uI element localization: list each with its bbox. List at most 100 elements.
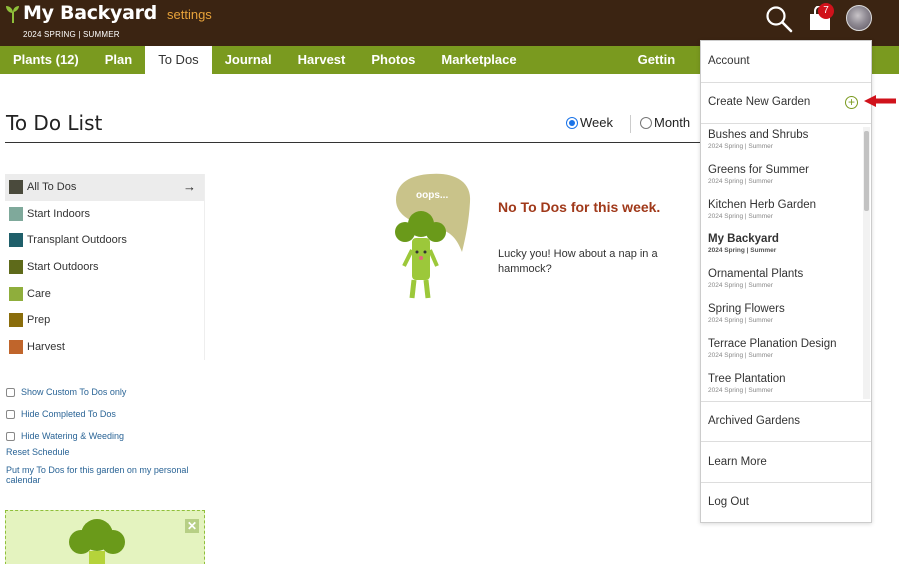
custom-only-label[interactable]: Show Custom To Dos only [21, 387, 126, 397]
garden-season: 2024 Spring | Summer [708, 386, 773, 394]
garden-item-kitchen-herb-garden[interactable]: Kitchen Herb Garden 2024 Spring | Summer [701, 195, 871, 230]
garden-season: 2024 Spring | Summer [708, 351, 773, 359]
svg-text:oops...: oops... [416, 190, 448, 201]
filter-options: Show Custom To Dos only Hide Completed T… [6, 381, 206, 447]
garden-item-my-backyard[interactable]: My Backyard 2024 Spring | Summer [701, 229, 871, 264]
garden-item-bushes-and-shrubs[interactable]: Bushes and Shrubs 2024 Spring | Summer [701, 125, 871, 160]
category-all-to-dos[interactable]: All To Dos → [5, 174, 204, 201]
learn-more-link[interactable]: Learn More [701, 456, 871, 468]
hide-completed-label[interactable]: Hide Completed To Dos [21, 409, 116, 419]
garden-item-terrace-planation-design[interactable]: Terrace Planation Design 2024 Spring | S… [701, 334, 871, 369]
hide-watering-label[interactable]: Hide Watering & Weeding [21, 431, 124, 441]
scrollbar-thumb[interactable] [864, 131, 869, 211]
hide-watering-checkbox[interactable] [6, 431, 15, 441]
category-label: Harvest [27, 340, 65, 353]
garden-name: Kitchen Herb Garden [708, 198, 817, 211]
divider [701, 441, 871, 442]
divider [701, 82, 871, 83]
week-radio[interactable]: Week [566, 115, 613, 130]
category-swatch [9, 286, 23, 301]
week-radio-button[interactable] [566, 116, 578, 129]
category-start-outdoors[interactable]: Start Outdoors [5, 254, 204, 281]
month-radio-button[interactable] [640, 116, 652, 129]
garden-list-scrollbar[interactable] [863, 127, 870, 399]
garden-season: 2024 Spring | Summer [708, 316, 773, 324]
category-swatch [9, 206, 23, 221]
tab-journal[interactable]: Journal [212, 46, 285, 74]
category-prep[interactable]: Prep [5, 307, 204, 334]
garden-name: Greens for Summer [708, 163, 809, 176]
garden-item-spring-flowers[interactable]: Spring Flowers 2024 Spring | Summer [701, 299, 871, 334]
category-label: Care [27, 287, 51, 300]
garden-name: My Backyard [708, 233, 779, 246]
season-label: 2024 SPRING | SUMMER [23, 30, 120, 39]
archived-gardens-link[interactable]: Archived Gardens [701, 415, 871, 427]
category-harvest[interactable]: Harvest [5, 334, 204, 361]
page: My Backyard settings 2024 SPRING | SUMME… [0, 0, 899, 564]
tab-photos[interactable]: Photos [358, 46, 428, 74]
garden-name: Terrace Planation Design [708, 337, 837, 350]
garden-item-ornamental-plants[interactable]: Ornamental Plants 2024 Spring | Summer [701, 264, 871, 299]
category-start-indoors[interactable]: Start Indoors [5, 201, 204, 228]
tab-marketplace[interactable]: Marketplace [428, 46, 529, 74]
tab-to-dos[interactable]: To Dos [145, 46, 212, 74]
account-dropdown: Account Create New Garden + Bushes and S… [700, 40, 872, 523]
category-swatch [9, 339, 23, 354]
garden-name: Spring Flowers [708, 302, 785, 315]
garden-name: Bushes and Shrubs [708, 129, 809, 141]
custom-only-option[interactable]: Show Custom To Dos only [6, 381, 206, 403]
tab-harvest[interactable]: Harvest [285, 46, 359, 74]
broccoli-icon [69, 519, 125, 564]
week-label: Week [580, 115, 613, 130]
category-list: All To Dos → Start Indoors Transplant Ou… [5, 174, 205, 361]
garden-name: Tree Plantation [708, 372, 786, 385]
empty-state-title: No To Dos for this week. [498, 199, 661, 215]
garden-name: Ornamental Plants [708, 268, 804, 281]
avatar[interactable] [846, 5, 872, 31]
garden-item-tree-plantation[interactable]: Tree Plantation 2024 Spring | Summer [701, 369, 871, 401]
hide-completed-option[interactable]: Hide Completed To Dos [6, 403, 206, 425]
garden-season: 2024 Spring | Summer [708, 177, 773, 185]
custom-only-checkbox[interactable] [6, 387, 15, 397]
category-label: Start Outdoors [27, 261, 99, 274]
category-swatch [9, 260, 23, 275]
garden-season: 2024 Spring | Summer [708, 282, 773, 290]
reset-schedule-link[interactable]: Reset Schedule [6, 447, 70, 457]
garden-season: 2024 Spring | Summer [708, 212, 773, 220]
category-label: Transplant Outdoors [27, 234, 127, 247]
settings-link[interactable]: settings [167, 7, 212, 22]
garden-list: Bushes and Shrubs 2024 Spring | Summer G… [701, 125, 871, 401]
plus-circle-icon[interactable]: + [845, 96, 858, 109]
divider [701, 123, 871, 124]
tab-getting-started[interactable]: Gettin [625, 46, 689, 74]
search-icon[interactable] [765, 5, 793, 33]
category-swatch [9, 180, 23, 195]
month-radio[interactable]: Month [640, 115, 690, 130]
arrow-right-icon: → [183, 179, 196, 194]
category-label: Prep [27, 314, 51, 327]
personal-calendar-link[interactable]: Put my To Dos for this garden on my pers… [6, 465, 201, 485]
account-link[interactable]: Account [701, 55, 871, 67]
brand: My Backyard settings [5, 2, 212, 24]
hide-watering-option[interactable]: Hide Watering & Weeding [6, 425, 206, 447]
divider [701, 482, 871, 483]
empty-state-text: Lucky you! How about a nap in a hammock? [498, 248, 658, 275]
hide-completed-checkbox[interactable] [6, 409, 15, 419]
broccoli-mascot-icon: oops... [395, 173, 471, 299]
category-swatch [9, 233, 23, 248]
cart-count-badge: 7 [818, 3, 834, 19]
month-label: Month [654, 115, 691, 130]
garden-title[interactable]: My Backyard [23, 2, 157, 24]
tab-plan[interactable]: Plan [92, 46, 145, 74]
divider [701, 401, 871, 402]
log-out-link[interactable]: Log Out [701, 496, 871, 508]
garden-item-greens-for-summer[interactable]: Greens for Summer 2024 Spring | Summer [701, 160, 871, 195]
category-transplant-outdoors[interactable]: Transplant Outdoors [5, 227, 204, 254]
category-care[interactable]: Care [5, 280, 204, 307]
arrow-left-icon [864, 95, 896, 107]
close-icon[interactable]: ✕ [185, 519, 199, 533]
tab-plants[interactable]: Plants (12) [0, 46, 92, 74]
category-label: Start Indoors [27, 207, 90, 220]
garden-season: 2024 Spring | Summer [708, 143, 773, 150]
category-label: All To Dos [27, 181, 77, 194]
